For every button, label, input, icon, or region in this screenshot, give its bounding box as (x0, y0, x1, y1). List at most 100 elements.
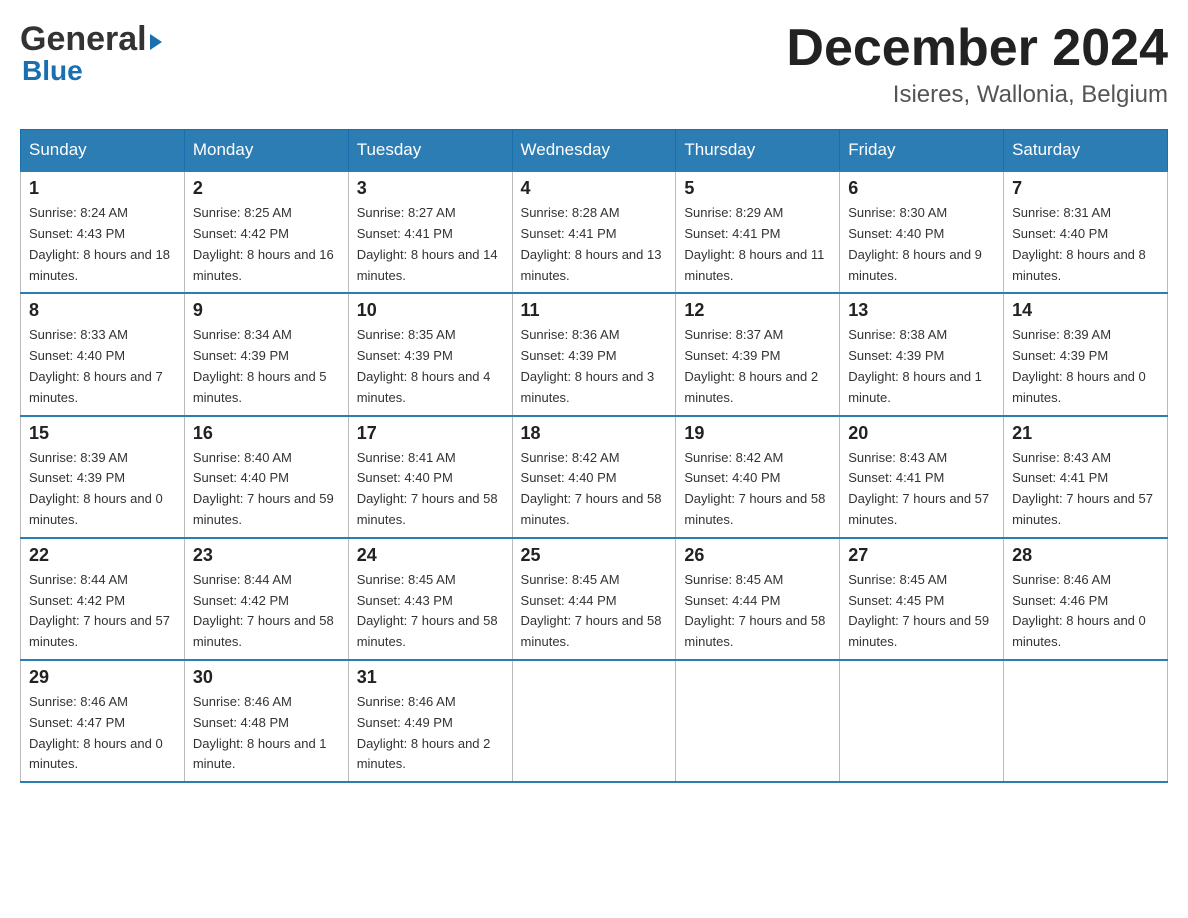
calendar-table: Sunday Monday Tuesday Wednesday Thursday… (20, 129, 1168, 783)
sunset-text: Sunset: 4:43 PM (357, 591, 504, 612)
table-row (1004, 660, 1168, 782)
day-number: 13 (848, 300, 995, 321)
sunrise-text: Sunrise: 8:44 AM (193, 570, 340, 591)
day-info: Sunrise: 8:45 AM Sunset: 4:44 PM Dayligh… (684, 570, 831, 653)
sunset-text: Sunset: 4:40 PM (193, 468, 340, 489)
table-row: 12 Sunrise: 8:37 AM Sunset: 4:39 PM Dayl… (676, 293, 840, 415)
sunset-text: Sunset: 4:39 PM (848, 346, 995, 367)
table-row: 15 Sunrise: 8:39 AM Sunset: 4:39 PM Dayl… (21, 416, 185, 538)
daylight-text: Daylight: 8 hours and 14 minutes. (357, 245, 504, 287)
day-number: 17 (357, 423, 504, 444)
daylight-text: Daylight: 8 hours and 9 minutes. (848, 245, 995, 287)
sunrise-text: Sunrise: 8:45 AM (521, 570, 668, 591)
daylight-text: Daylight: 7 hours and 58 minutes. (357, 611, 504, 653)
daylight-text: Daylight: 8 hours and 18 minutes. (29, 245, 176, 287)
day-number: 30 (193, 667, 340, 688)
logo: General Blue (20, 20, 162, 87)
daylight-text: Daylight: 7 hours and 58 minutes. (684, 611, 831, 653)
day-number: 14 (1012, 300, 1159, 321)
day-number: 1 (29, 178, 176, 199)
sunset-text: Sunset: 4:41 PM (848, 468, 995, 489)
day-number: 26 (684, 545, 831, 566)
header-wednesday: Wednesday (512, 130, 676, 172)
sunrise-text: Sunrise: 8:45 AM (357, 570, 504, 591)
day-info: Sunrise: 8:29 AM Sunset: 4:41 PM Dayligh… (684, 203, 831, 286)
sunrise-text: Sunrise: 8:24 AM (29, 203, 176, 224)
table-row (676, 660, 840, 782)
day-number: 3 (357, 178, 504, 199)
table-row: 26 Sunrise: 8:45 AM Sunset: 4:44 PM Dayl… (676, 538, 840, 660)
sunset-text: Sunset: 4:40 PM (521, 468, 668, 489)
page-header: General Blue December 2024 Isieres, Wall… (20, 20, 1168, 109)
sunrise-text: Sunrise: 8:43 AM (1012, 448, 1159, 469)
table-row: 22 Sunrise: 8:44 AM Sunset: 4:42 PM Dayl… (21, 538, 185, 660)
day-number: 4 (521, 178, 668, 199)
day-number: 12 (684, 300, 831, 321)
sunrise-text: Sunrise: 8:44 AM (29, 570, 176, 591)
daylight-text: Daylight: 8 hours and 3 minutes. (521, 367, 668, 409)
sunrise-text: Sunrise: 8:46 AM (1012, 570, 1159, 591)
table-row: 11 Sunrise: 8:36 AM Sunset: 4:39 PM Dayl… (512, 293, 676, 415)
logo-arrow-icon (150, 34, 162, 50)
daylight-text: Daylight: 7 hours and 58 minutes. (357, 489, 504, 531)
day-number: 28 (1012, 545, 1159, 566)
daylight-text: Daylight: 8 hours and 0 minutes. (1012, 367, 1159, 409)
sunrise-text: Sunrise: 8:39 AM (1012, 325, 1159, 346)
day-number: 9 (193, 300, 340, 321)
sunset-text: Sunset: 4:42 PM (193, 591, 340, 612)
day-number: 16 (193, 423, 340, 444)
sunrise-text: Sunrise: 8:40 AM (193, 448, 340, 469)
sunset-text: Sunset: 4:46 PM (1012, 591, 1159, 612)
sunset-text: Sunset: 4:39 PM (29, 468, 176, 489)
day-info: Sunrise: 8:27 AM Sunset: 4:41 PM Dayligh… (357, 203, 504, 286)
header-tuesday: Tuesday (348, 130, 512, 172)
day-info: Sunrise: 8:39 AM Sunset: 4:39 PM Dayligh… (1012, 325, 1159, 408)
table-row (840, 660, 1004, 782)
day-info: Sunrise: 8:42 AM Sunset: 4:40 PM Dayligh… (684, 448, 831, 531)
day-number: 8 (29, 300, 176, 321)
daylight-text: Daylight: 8 hours and 1 minute. (193, 734, 340, 776)
table-row: 21 Sunrise: 8:43 AM Sunset: 4:41 PM Dayl… (1004, 416, 1168, 538)
sunset-text: Sunset: 4:39 PM (1012, 346, 1159, 367)
day-info: Sunrise: 8:30 AM Sunset: 4:40 PM Dayligh… (848, 203, 995, 286)
sunset-text: Sunset: 4:41 PM (684, 224, 831, 245)
weekday-header-row: Sunday Monday Tuesday Wednesday Thursday… (21, 130, 1168, 172)
sunrise-text: Sunrise: 8:25 AM (193, 203, 340, 224)
table-row: 25 Sunrise: 8:45 AM Sunset: 4:44 PM Dayl… (512, 538, 676, 660)
table-row: 27 Sunrise: 8:45 AM Sunset: 4:45 PM Dayl… (840, 538, 1004, 660)
day-info: Sunrise: 8:44 AM Sunset: 4:42 PM Dayligh… (193, 570, 340, 653)
sunset-text: Sunset: 4:40 PM (357, 468, 504, 489)
sunrise-text: Sunrise: 8:31 AM (1012, 203, 1159, 224)
sunset-text: Sunset: 4:43 PM (29, 224, 176, 245)
sunset-text: Sunset: 4:41 PM (357, 224, 504, 245)
sunrise-text: Sunrise: 8:37 AM (684, 325, 831, 346)
day-info: Sunrise: 8:28 AM Sunset: 4:41 PM Dayligh… (521, 203, 668, 286)
sunrise-text: Sunrise: 8:36 AM (521, 325, 668, 346)
sunset-text: Sunset: 4:49 PM (357, 713, 504, 734)
sunrise-text: Sunrise: 8:35 AM (357, 325, 504, 346)
logo-blue-text: Blue (22, 55, 83, 87)
logo-general-text: General (20, 20, 147, 59)
day-number: 21 (1012, 423, 1159, 444)
table-row: 3 Sunrise: 8:27 AM Sunset: 4:41 PM Dayli… (348, 171, 512, 293)
sunset-text: Sunset: 4:41 PM (1012, 468, 1159, 489)
header-sunday: Sunday (21, 130, 185, 172)
daylight-text: Daylight: 7 hours and 58 minutes. (521, 611, 668, 653)
calendar-week-row: 1 Sunrise: 8:24 AM Sunset: 4:43 PM Dayli… (21, 171, 1168, 293)
day-number: 2 (193, 178, 340, 199)
header-thursday: Thursday (676, 130, 840, 172)
day-number: 31 (357, 667, 504, 688)
sunrise-text: Sunrise: 8:46 AM (357, 692, 504, 713)
sunset-text: Sunset: 4:42 PM (193, 224, 340, 245)
table-row (512, 660, 676, 782)
sunrise-text: Sunrise: 8:45 AM (684, 570, 831, 591)
day-number: 15 (29, 423, 176, 444)
month-title: December 2024 (786, 20, 1168, 77)
day-info: Sunrise: 8:46 AM Sunset: 4:48 PM Dayligh… (193, 692, 340, 775)
logo-general-row: General (20, 20, 162, 59)
sunrise-text: Sunrise: 8:46 AM (29, 692, 176, 713)
calendar-week-row: 22 Sunrise: 8:44 AM Sunset: 4:42 PM Dayl… (21, 538, 1168, 660)
day-number: 22 (29, 545, 176, 566)
sunset-text: Sunset: 4:41 PM (521, 224, 668, 245)
sunrise-text: Sunrise: 8:46 AM (193, 692, 340, 713)
